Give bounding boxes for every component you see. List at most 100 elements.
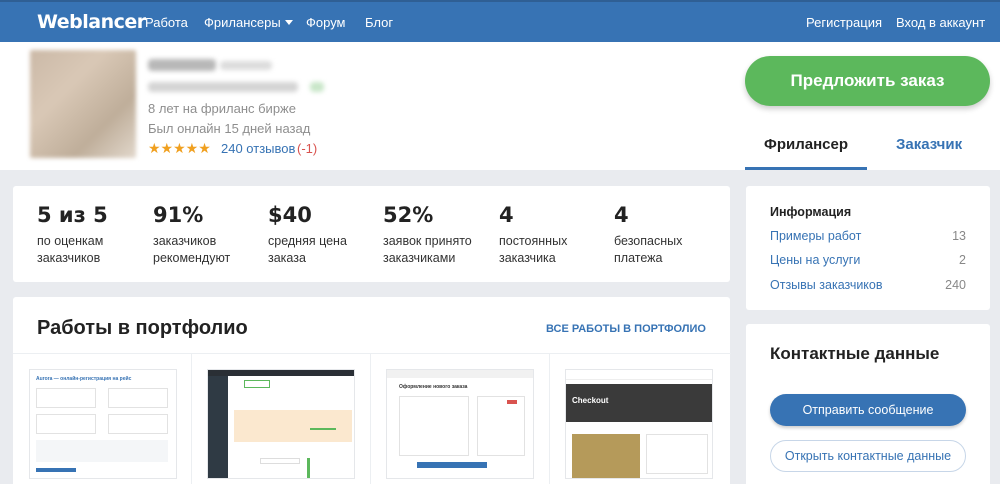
rating-stars-icon: ★★★★★ (148, 140, 211, 156)
logo[interactable]: Weblancer (37, 11, 146, 33)
stat-label-line: безопасных (614, 234, 683, 248)
thumbnail-shape (108, 388, 168, 408)
stat-label-line: заказчиками (383, 251, 456, 265)
stat-label: заявок принято заказчиками (383, 233, 472, 267)
portfolio-thumbnail[interactable]: Aurora — онлайн-регистрация на рейс (29, 369, 177, 479)
thumbnail-shape (234, 410, 352, 442)
info-title: Информация (770, 205, 852, 219)
offer-order-button[interactable]: Предложить заказ (745, 56, 990, 106)
thumbnail-shape (399, 396, 469, 456)
portfolio-thumbnail[interactable]: Checkout (565, 369, 713, 479)
thumbnail-shape (36, 468, 76, 472)
open-contacts-button[interactable]: Открыть контактные данные (770, 440, 966, 472)
info-row-prices[interactable]: Цены на услуги 2 (770, 253, 966, 267)
thumbnail-shape (507, 400, 517, 404)
divider (370, 354, 371, 484)
tab-freelancer[interactable]: Фрилансер (745, 136, 867, 170)
thumbnail-shape (36, 414, 96, 434)
chevron-down-icon (284, 20, 293, 25)
divider (549, 354, 550, 484)
thumbnail-shape (260, 458, 300, 464)
thumbnail-caption: Checkout (572, 396, 609, 405)
blurred-username-extra (220, 61, 272, 70)
stat-label-line: постоянных (499, 234, 568, 248)
stat-rating: 5 из 5 по оценкам заказчиков (37, 203, 108, 267)
portfolio-title: Работы в портфолио (37, 317, 248, 339)
stat-value: 5 из 5 (37, 203, 108, 227)
nav-link-forum[interactable]: Форум (306, 15, 346, 30)
info-row-label[interactable]: Отзывы заказчиков (770, 278, 883, 292)
nav-link-freelancers[interactable]: Фрилансеры (204, 15, 293, 30)
send-message-button[interactable]: Отправить сообщение (770, 394, 966, 426)
contacts-title: Контактные данные (770, 344, 940, 363)
login-link[interactable]: Вход в аккаунт (896, 15, 985, 30)
nav-link-blog[interactable]: Блог (365, 15, 393, 30)
portfolio-thumbnail[interactable] (207, 369, 355, 479)
stat-regular-clients: 4 постоянных заказчика (499, 203, 567, 267)
info-row-portfolio[interactable]: Примеры работ 13 (770, 229, 966, 243)
stat-label-line: платежа (614, 251, 663, 265)
thumbnail-shape (36, 440, 168, 462)
stat-label-line: заявок принято (383, 234, 472, 248)
negative-reviews-link[interactable]: (-1) (297, 141, 317, 156)
thumbnail-shape (646, 434, 708, 474)
verified-icon (310, 82, 324, 92)
thumbnail-shape (36, 388, 96, 408)
stat-label-line: заказчиков (37, 251, 101, 265)
stat-label: заказчиков рекомендуют (153, 233, 230, 267)
stat-accepted: 52% заявок принято заказчиками (383, 203, 472, 267)
stat-label-line: заказа (268, 251, 306, 265)
blurred-username (148, 59, 216, 71)
all-portfolio-link[interactable]: ВСЕ РАБОТЫ В ПОРТФОЛИО (546, 323, 706, 335)
top-navbar: Weblancer Работа Фрилансеры Форум Блог Р… (0, 0, 1000, 42)
info-row-count: 240 (945, 278, 966, 292)
stat-label-line: заказчиков (153, 234, 217, 248)
stat-label-line: средняя цена (268, 234, 347, 248)
stat-value: 4 (499, 203, 514, 227)
stats-card: 5 из 5 по оценкам заказчиков 91% заказчик… (13, 186, 730, 282)
stat-value: 4 (614, 203, 629, 227)
portfolio-card: Работы в портфолио ВСЕ РАБОТЫ В ПОРТФОЛИ… (13, 297, 731, 484)
thumbnail-shape (310, 428, 336, 430)
stat-label-line: заказчика (499, 251, 556, 265)
info-row-reviews[interactable]: Отзывы заказчиков 240 (770, 278, 966, 292)
thumbnail-shape (108, 414, 168, 434)
info-row-count: 13 (952, 229, 966, 243)
stat-safe-payments: 4 безопасных платежа (614, 203, 682, 267)
thumbnail-shape (417, 462, 487, 468)
thumbnail-shape (244, 380, 270, 388)
last-online-text: Был онлайн 15 дней назад (148, 121, 311, 136)
blurred-specialization (148, 82, 298, 92)
stat-label: по оценкам заказчиков (37, 233, 108, 267)
reviews-link[interactable]: 240 отзывов (221, 141, 295, 156)
stat-label-line: рекомендуют (153, 251, 231, 265)
divider (191, 354, 192, 484)
nav-link-work[interactable]: Работа (145, 15, 188, 30)
profile-header: 8 лет на фриланс бирже Был онлайн 15 дне… (0, 42, 1000, 170)
thumbnail-shape (566, 370, 712, 380)
stat-value: 52% (383, 203, 434, 227)
nav-link-freelancers-label: Фрилансеры (204, 15, 281, 30)
portfolio-thumbnail[interactable]: Оформление нового заказа (386, 369, 534, 479)
stat-value: 91% (153, 203, 204, 227)
thumbnail-caption: Aurora — онлайн-регистрация на рейс (36, 376, 132, 382)
avatar[interactable] (30, 50, 136, 158)
stat-recommend: 91% заказчиков рекомендуют (153, 203, 230, 267)
stat-avg-price: $40 средняя цена заказа (268, 203, 347, 267)
register-link[interactable]: Регистрация (806, 15, 882, 30)
info-row-label[interactable]: Цены на услуги (770, 253, 860, 267)
thumbnail-shape (208, 370, 354, 376)
stat-label: постоянных заказчика (499, 233, 567, 267)
tab-client[interactable]: Заказчик (896, 136, 962, 153)
experience-text: 8 лет на фриланс бирже (148, 101, 296, 116)
divider (13, 353, 731, 354)
stat-label: средняя цена заказа (268, 233, 347, 267)
contacts-card: Контактные данные Отправить сообщение От… (746, 324, 990, 484)
stat-label-line: по оценкам (37, 234, 104, 248)
thumbnail-shape (572, 434, 640, 478)
info-card: Информация Примеры работ 13 Цены на услу… (746, 186, 990, 310)
info-row-label[interactable]: Примеры работ (770, 229, 861, 243)
thumbnail-caption: Оформление нового заказа (399, 384, 468, 390)
thumbnail-shape (208, 370, 228, 478)
thumbnail-shape (307, 458, 310, 478)
